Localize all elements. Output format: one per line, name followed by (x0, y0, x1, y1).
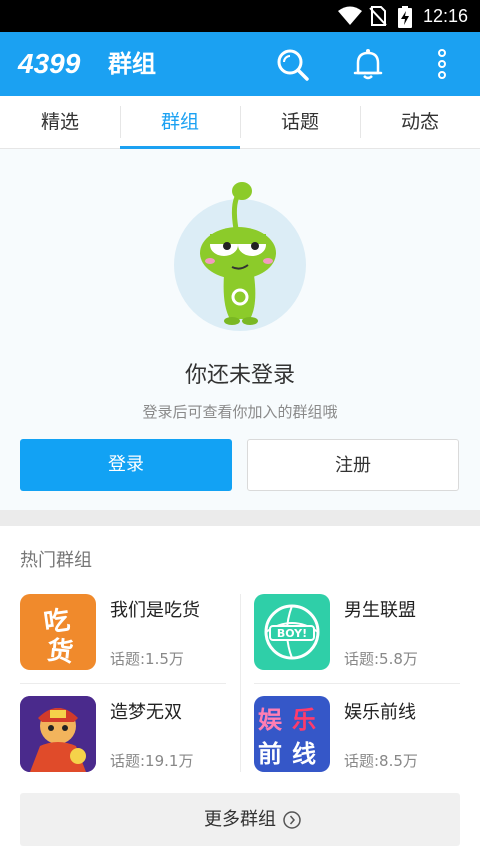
group-topic-count: 话题:8.5万 (344, 752, 418, 770)
mascot-illustration (174, 182, 306, 331)
login-button[interactable]: 登录 (20, 439, 232, 491)
group-name: 造梦无双 (110, 702, 182, 723)
group-name: 我们是吃货 (110, 600, 200, 621)
svg-text:乐: 乐 (292, 706, 316, 734)
boy-ball-icon: BOY! (254, 594, 330, 670)
status-bar: 12:16 (0, 0, 480, 32)
svg-text:线: 线 (292, 740, 316, 768)
wifi-icon (338, 6, 362, 25)
tab-groups[interactable]: 群组 (120, 96, 240, 149)
status-time: 12:16 (422, 6, 468, 26)
login-prompt-panel: 你还未登录 登录后可查看你加入的群组哦 登录 注册 (0, 149, 480, 510)
brand-logo: 4399 (18, 48, 81, 79)
tab-bar: 精选 群组 话题 动态 (0, 96, 480, 149)
tab-label: 精选 (40, 111, 79, 133)
group-topic-count: 话题:19.1万 (110, 752, 194, 770)
svg-text:BOY!: BOY! (277, 627, 307, 640)
group-name: 娱乐前线 (344, 702, 416, 723)
svg-text:货: 货 (46, 635, 75, 669)
brand-title: 群组 (108, 50, 156, 78)
bell-icon[interactable] (350, 46, 386, 82)
svg-text:前: 前 (258, 740, 282, 768)
app-bar: 4399 群组 (0, 32, 480, 96)
chihuo-icon: 吃货 (20, 594, 96, 670)
row-divider (20, 683, 226, 684)
svg-text:娱: 娱 (258, 706, 283, 734)
group-card-yule[interactable]: 娱乐前线 娱乐前线 话题:8.5万 (254, 696, 474, 774)
more-groups-button[interactable]: 更多群组 (20, 793, 460, 846)
search-icon[interactable] (274, 46, 310, 82)
more-menu-icon[interactable] (424, 46, 460, 82)
login-prompt-subtitle: 登录后可查看你加入的群组哦 (142, 403, 338, 421)
row-divider (254, 683, 460, 684)
tab-activity[interactable]: 动态 (360, 96, 480, 148)
login-prompt-title: 你还未登录 (184, 363, 295, 388)
section-title: 热门群组 (20, 550, 92, 571)
no-sim-icon (369, 6, 387, 26)
group-topic-count: 话题:1.5万 (110, 650, 184, 668)
group-name: 男生联盟 (344, 600, 416, 621)
yule-icon: 娱乐前线 (254, 696, 330, 772)
tab-topics[interactable]: 话题 (240, 96, 360, 148)
group-topic-count: 话题:5.8万 (344, 650, 418, 668)
column-divider (240, 594, 241, 772)
group-card-chihuo[interactable]: 吃货 我们是吃货 话题:1.5万 (20, 594, 240, 672)
tab-label: 动态 (400, 111, 439, 133)
register-button[interactable]: 注册 (247, 439, 459, 491)
group-card-boys-league[interactable]: BOY! 男生联盟 话题:5.8万 (254, 594, 474, 672)
tab-featured[interactable]: 精选 (0, 96, 120, 148)
hot-groups-section: 热门群组 吃货 我们是吃货 话题:1.5万 BOY! 男生联盟 话题:5.8万 … (0, 526, 480, 853)
tab-label: 群组 (160, 111, 199, 133)
game-hero-icon (20, 696, 96, 772)
group-card-zaomeng[interactable]: 造梦无双 话题:19.1万 (20, 696, 240, 774)
chevron-right-circle-icon (283, 811, 301, 829)
tab-label: 话题 (280, 111, 319, 133)
svg-text:吃: 吃 (42, 605, 72, 638)
more-groups-label: 更多群组 (204, 809, 276, 830)
section-divider (0, 510, 480, 526)
battery-charging-icon (398, 6, 412, 28)
